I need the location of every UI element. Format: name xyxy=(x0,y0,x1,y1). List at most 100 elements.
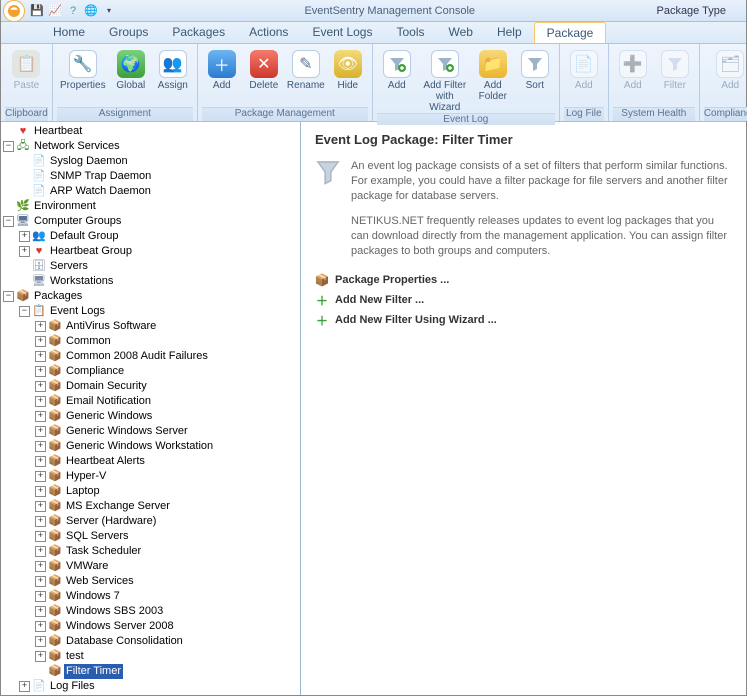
expand-icon[interactable]: + xyxy=(19,246,30,257)
expand-icon[interactable]: + xyxy=(35,516,46,527)
expand-icon[interactable]: + xyxy=(35,351,46,362)
sort-button[interactable]: Sort xyxy=(515,48,555,91)
expand-icon[interactable]: + xyxy=(35,321,46,332)
global-button[interactable]: 🌍 Global xyxy=(111,48,151,91)
tree-event-log-package[interactable]: +📦Common xyxy=(33,334,300,349)
tree-event-log-package[interactable]: +📦Laptop xyxy=(33,484,300,499)
tree-event-log-package[interactable]: +📦test xyxy=(33,649,300,664)
collapse-icon[interactable]: − xyxy=(3,141,14,152)
tree-event-log-package[interactable]: +📦Email Notification xyxy=(33,394,300,409)
tree-event-log-package[interactable]: +📦Windows Server 2008 xyxy=(33,619,300,634)
expand-icon[interactable]: + xyxy=(35,501,46,512)
qat-dropdown-icon[interactable]: ▾ xyxy=(101,3,117,19)
help-icon[interactable]: ? xyxy=(65,3,81,19)
tree-heartbeat-group[interactable]: +♥Heartbeat Group xyxy=(17,244,300,259)
expand-icon[interactable]: + xyxy=(35,591,46,602)
tree-event-log-package[interactable]: +📦Task Scheduler xyxy=(33,544,300,559)
expand-icon[interactable]: + xyxy=(35,561,46,572)
save-icon[interactable]: 💾 xyxy=(29,3,45,19)
package-properties-link[interactable]: 📦 Package Properties ... xyxy=(315,273,732,287)
tree-log-files[interactable]: +📄Log Files xyxy=(17,679,300,694)
tab-groups[interactable]: Groups xyxy=(97,22,160,43)
chart-icon[interactable]: 📈 xyxy=(47,3,63,19)
expand-icon[interactable]: + xyxy=(35,381,46,392)
tree-system-health[interactable]: +✚System Health xyxy=(17,694,300,695)
expand-icon[interactable]: + xyxy=(35,531,46,542)
tree-filter-timer[interactable]: 📦Filter Timer xyxy=(33,664,300,679)
tree-snmp-trap-daemon[interactable]: 📄SNMP Trap Daemon xyxy=(17,169,300,184)
expand-icon[interactable]: + xyxy=(35,576,46,587)
tree-syslog-daemon[interactable]: 📄Syslog Daemon xyxy=(17,154,300,169)
web-icon[interactable]: 🌐 xyxy=(83,3,99,19)
expand-icon[interactable]: + xyxy=(35,441,46,452)
expand-icon[interactable]: + xyxy=(35,636,46,647)
expand-icon[interactable]: + xyxy=(35,411,46,422)
tree-event-log-package[interactable]: +📦SQL Servers xyxy=(33,529,300,544)
add-button[interactable]: ＋ Add xyxy=(202,48,242,91)
tree-event-log-package[interactable]: +📦Hyper-V xyxy=(33,469,300,484)
expand-icon[interactable]: + xyxy=(35,456,46,467)
tree-default-group[interactable]: +👥Default Group xyxy=(17,229,300,244)
tree-workstations[interactable]: 🖥Workstations xyxy=(17,274,300,289)
expand-icon[interactable]: + xyxy=(35,651,46,662)
tree-event-log-package[interactable]: +📦Generic Windows Server xyxy=(33,424,300,439)
properties-button[interactable]: 🔧 Properties xyxy=(57,48,109,91)
tree-arp-watch-daemon[interactable]: 📄ARP Watch Daemon xyxy=(17,184,300,199)
add-new-filter-wizard-link[interactable]: ＋ Add New Filter Using Wizard ... xyxy=(315,313,732,327)
collapse-icon[interactable]: − xyxy=(3,291,14,302)
delete-button[interactable]: ✕ Delete xyxy=(244,48,284,91)
tree-event-log-package[interactable]: +📦Compliance xyxy=(33,364,300,379)
tree-heartbeat[interactable]: ♥Heartbeat xyxy=(1,124,300,139)
tab-home[interactable]: Home xyxy=(41,22,97,43)
hide-button[interactable]: 👁 Hide xyxy=(328,48,368,91)
tree-event-log-package[interactable]: +📦VMWare xyxy=(33,559,300,574)
tree-packages[interactable]: −📦Packages −📋Event Logs +📦AntiVirus Soft… xyxy=(1,289,300,695)
tab-event-logs[interactable]: Event Logs xyxy=(300,22,384,43)
tree-event-log-package[interactable]: +📦Generic Windows Workstation xyxy=(33,439,300,454)
expand-icon[interactable]: + xyxy=(35,366,46,377)
tree-computer-groups[interactable]: −🖥Computer Groups +👥Default Group +♥Hear… xyxy=(1,214,300,289)
assign-button[interactable]: 👥 Assign xyxy=(153,48,193,91)
app-logo-icon[interactable] xyxy=(3,0,25,22)
add-new-filter-link[interactable]: ＋ Add New Filter ... xyxy=(315,293,732,307)
expand-icon[interactable]: + xyxy=(35,486,46,497)
rename-button[interactable]: ✎ Rename xyxy=(286,48,326,91)
tree-environment[interactable]: 🌿Environment xyxy=(1,199,300,214)
collapse-icon[interactable]: − xyxy=(3,216,14,227)
expand-icon[interactable]: + xyxy=(35,336,46,347)
tree-event-log-package[interactable]: +📦Web Services xyxy=(33,574,300,589)
add-folder-button[interactable]: 📁 Add Folder xyxy=(473,48,513,102)
tree-event-log-package[interactable]: +📦Generic Windows xyxy=(33,409,300,424)
expand-icon[interactable]: + xyxy=(35,396,46,407)
expand-icon[interactable]: + xyxy=(35,426,46,437)
folder-add-icon: 📁 xyxy=(479,50,507,78)
add-filter-wizard-button[interactable]: Add Filter with Wizard xyxy=(419,48,471,113)
tree-event-log-package[interactable]: +📦MS Exchange Server xyxy=(33,499,300,514)
expand-icon[interactable]: + xyxy=(35,546,46,557)
tab-package[interactable]: Package xyxy=(534,22,607,43)
collapse-icon[interactable]: − xyxy=(19,306,30,317)
navigation-tree[interactable]: ♥Heartbeat −🖧Network Services 📄Syslog Da… xyxy=(1,122,301,695)
tab-web[interactable]: Web xyxy=(437,22,485,43)
tab-help[interactable]: Help xyxy=(485,22,534,43)
tree-event-log-package[interactable]: +📦Domain Security xyxy=(33,379,300,394)
tab-tools[interactable]: Tools xyxy=(384,22,436,43)
tree-event-log-package[interactable]: +📦Database Consolidation xyxy=(33,634,300,649)
tree-event-logs[interactable]: −📋Event Logs +📦AntiVirus Software+📦Commo… xyxy=(17,304,300,679)
tab-actions[interactable]: Actions xyxy=(237,22,300,43)
tree-event-log-package[interactable]: +📦Windows 7 xyxy=(33,589,300,604)
expand-icon[interactable]: + xyxy=(35,621,46,632)
expand-icon[interactable]: + xyxy=(19,231,30,242)
tree-event-log-package[interactable]: +📦Common 2008 Audit Failures xyxy=(33,349,300,364)
expand-icon[interactable]: + xyxy=(35,606,46,617)
expand-icon[interactable]: + xyxy=(35,471,46,482)
tree-network-services[interactable]: −🖧Network Services 📄Syslog Daemon 📄SNMP … xyxy=(1,139,300,199)
tab-packages[interactable]: Packages xyxy=(160,22,237,43)
expand-icon[interactable]: + xyxy=(19,681,30,692)
tree-event-log-package[interactable]: +📦AntiVirus Software xyxy=(33,319,300,334)
tree-event-log-package[interactable]: +📦Heartbeat Alerts xyxy=(33,454,300,469)
eventlog-add-button[interactable]: Add xyxy=(377,48,417,91)
tree-event-log-package[interactable]: +📦Windows SBS 2003 xyxy=(33,604,300,619)
tree-event-log-package[interactable]: +📦Server (Hardware) xyxy=(33,514,300,529)
tree-servers[interactable]: 🗄Servers xyxy=(17,259,300,274)
